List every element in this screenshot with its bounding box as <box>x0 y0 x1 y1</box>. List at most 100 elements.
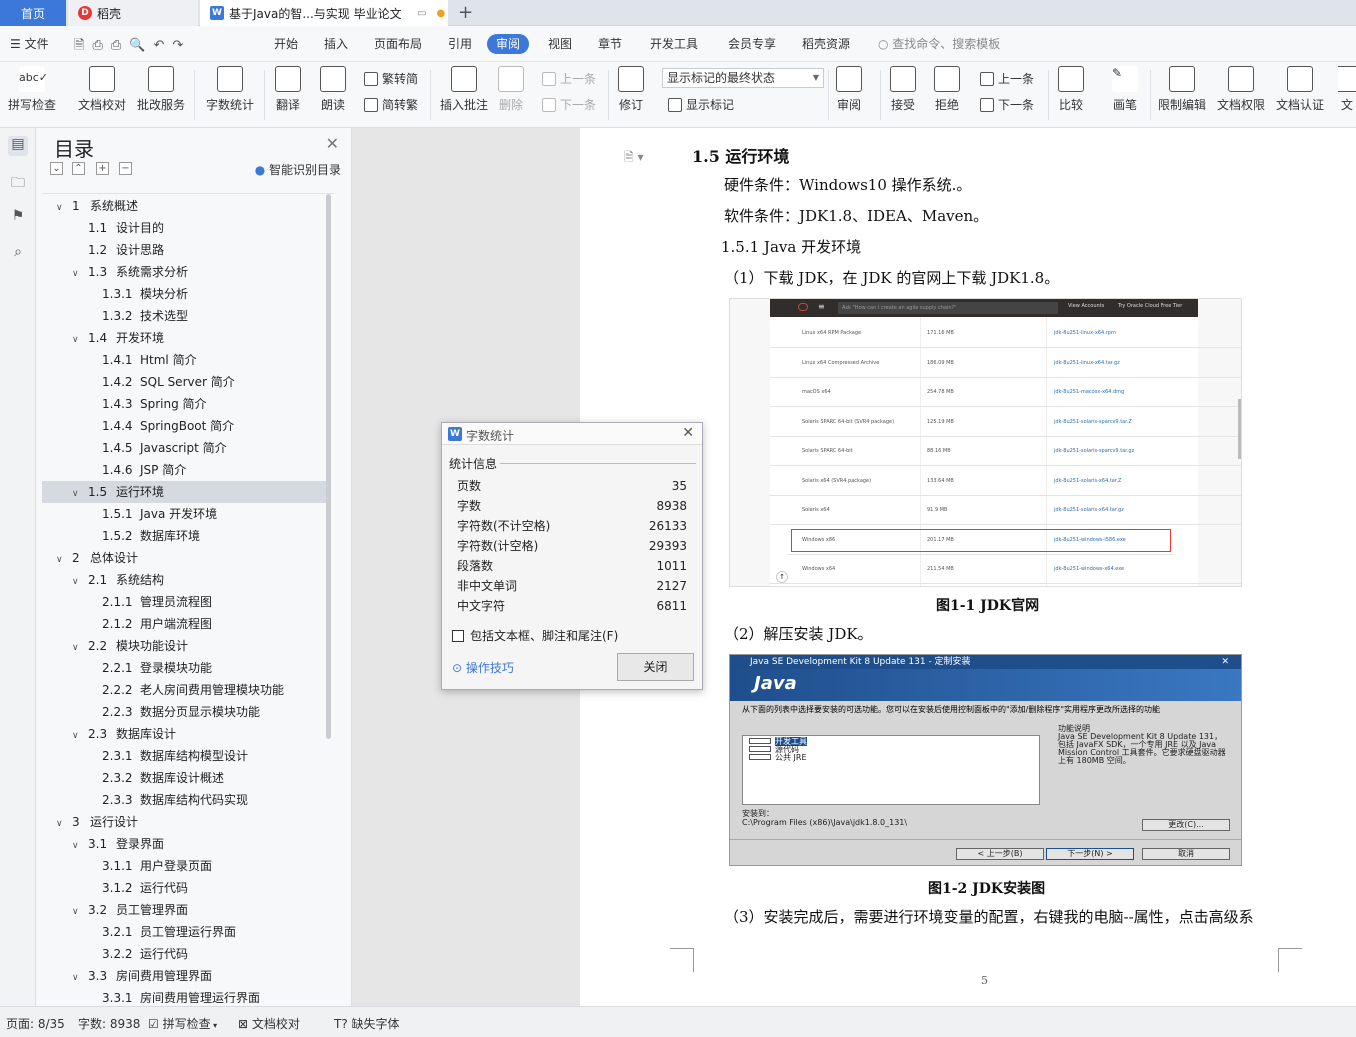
show-markup-button[interactable]: 显示标记 <box>668 96 734 113</box>
chevron-down-icon[interactable]: ∨ <box>72 725 84 747</box>
prev-comment-button[interactable]: 上一条 <box>542 70 596 87</box>
translate-button[interactable]: 翻译 <box>275 66 301 113</box>
toc-item[interactable]: 3.1.1 用户登录页面 <box>42 855 326 877</box>
accept-button[interactable]: 接受 <box>890 66 916 113</box>
toc-item[interactable]: 1.4.3 Spring 简介 <box>42 393 326 415</box>
status-missing-font[interactable]: T? 缺失字体 <box>334 1015 400 1032</box>
quick-access-toolbar[interactable]: 🗎⎙⎙🔍↶↷ <box>74 36 191 58</box>
chevron-down-icon[interactable]: ∨ <box>72 637 84 659</box>
minus-icon[interactable]: − <box>119 162 132 175</box>
chevron-down-icon[interactable]: ∨ <box>56 197 68 219</box>
chevron-down-icon[interactable]: ∨ <box>72 571 84 593</box>
status-spellcheck[interactable]: ☑ 拼写检查 ▾ <box>148 1015 217 1032</box>
toc-item[interactable]: ∨ 1.5 运行环境 <box>42 481 326 503</box>
trad-to-simp-button[interactable]: 繁转简 <box>364 70 418 87</box>
chevron-down-icon[interactable]: ∨ <box>72 329 84 351</box>
paragraph-format-icon[interactable]: 🗎 ▾ <box>624 148 644 169</box>
toc-item[interactable]: 2.3.3 数据库结构代码实现 <box>42 789 326 811</box>
toc-item[interactable]: ∨ 2.3 数据库设计 <box>42 723 326 745</box>
track-changes-button[interactable]: 修订 <box>618 66 644 113</box>
toc-item[interactable]: ∨ 3.2 员工管理界面 <box>42 899 326 921</box>
folder-icon[interactable]: 🗀 <box>8 172 28 192</box>
toc-item[interactable]: ∨ 1 系统概述 <box>42 195 326 217</box>
toc-item[interactable]: ∨ 2.1 系统结构 <box>42 569 326 591</box>
monitor-icon[interactable]: ▭ <box>417 8 426 19</box>
toc-item[interactable]: ∨ 3.3 房间费用管理界面 <box>42 965 326 987</box>
ink-button[interactable]: ✎ 画笔 <box>1112 66 1138 113</box>
doc-permission-button[interactable]: 文档权限 <box>1217 66 1265 113</box>
close-icon[interactable]: ✕ <box>682 425 694 441</box>
menu-docer-resources[interactable]: 稻壳资源 <box>800 34 852 54</box>
markup-state-select[interactable]: 显示标记的最终状态 ▼ <box>662 68 824 88</box>
restrict-edit-button[interactable]: 限制编辑 <box>1158 66 1206 113</box>
toc-item[interactable]: 3.2.2 运行代码 <box>42 943 326 965</box>
toc-item[interactable]: 3.2.1 员工管理运行界面 <box>42 921 326 943</box>
toc-item[interactable]: 3.3.1 房间费用管理运行界面 <box>42 987 326 1003</box>
chevron-down-icon[interactable]: ∨ <box>72 967 84 989</box>
expand-all-icon[interactable]: ⌃ <box>72 162 85 175</box>
menu-start[interactable]: 开始 <box>272 34 300 54</box>
menu-review[interactable]: 审阅 <box>487 34 530 54</box>
menu-member[interactable]: 会员专享 <box>726 34 778 54</box>
toc-item[interactable]: ∨ 1.3 系统需求分析 <box>42 261 326 283</box>
include-textbox-checkbox[interactable]: 包括文本框、脚注和尾注(F) <box>452 627 618 644</box>
tips-link[interactable]: ⊙ 操作技巧 <box>452 659 514 676</box>
wordcount-button[interactable]: 字数统计 <box>206 66 254 113</box>
toc-item[interactable]: 1.5.2 数据库环境 <box>42 525 326 547</box>
insert-comment-button[interactable]: 插入批注 <box>440 66 488 113</box>
chevron-down-icon[interactable]: ∨ <box>72 835 84 857</box>
next-comment-button[interactable]: 下一条 <box>542 96 596 113</box>
compare-button[interactable]: 比较 <box>1058 66 1084 113</box>
close-icon[interactable]: ✕ <box>326 134 339 153</box>
review-pane-button[interactable]: 审阅 <box>836 66 862 113</box>
spellcheck-button[interactable]: abc✓ 拼写检查 <box>8 66 56 113</box>
toc-item[interactable]: 1.5.1 Java 开发环境 <box>42 503 326 525</box>
toc-item[interactable]: ∨ 1.4 开发环境 <box>42 327 326 349</box>
batch-service-button[interactable]: 批改服务 <box>137 66 185 113</box>
collapse-all-icon[interactable]: ⌄ <box>50 162 63 175</box>
toc-item[interactable]: ∨ 2 总体设计 <box>42 547 326 569</box>
page-indicator[interactable]: 页面: 8/35 <box>6 1015 65 1032</box>
toc-item[interactable]: 1.2 设计思路 <box>42 239 326 261</box>
chevron-down-icon[interactable]: ∨ <box>72 901 84 923</box>
toc-item[interactable]: 1.4.6 JSP 简介 <box>42 459 326 481</box>
toc-item[interactable]: 2.1.1 管理员流程图 <box>42 591 326 613</box>
toc-item[interactable]: ∨ 3 运行设计 <box>42 811 326 833</box>
toc-pane-icon[interactable]: ▤ <box>8 136 28 156</box>
toc-item[interactable]: 2.3.1 数据库结构模型设计 <box>42 745 326 767</box>
new-tab-button[interactable]: + <box>458 2 473 23</box>
close-button[interactable]: 关闭 <box>617 653 694 681</box>
prev-change-button[interactable]: 上一条 <box>980 70 1034 87</box>
menu-layout[interactable]: 页面布局 <box>372 34 424 54</box>
toc-item[interactable]: 1.4.4 SpringBoot 简介 <box>42 415 326 437</box>
toc-item[interactable]: 1.1 设计目的 <box>42 217 326 239</box>
toc-item[interactable]: ∨ 3.1 登录界面 <box>42 833 326 855</box>
toc-scrollbar[interactable] <box>326 194 331 739</box>
plus-icon[interactable]: + <box>96 162 109 175</box>
doc-certify-button[interactable]: 文档认证 <box>1276 66 1324 113</box>
delete-comment-button[interactable]: 删除 <box>498 66 524 113</box>
toc-item[interactable]: ∨ 2.2 模块功能设计 <box>42 635 326 657</box>
read-aloud-button[interactable]: 朗读 <box>320 66 346 113</box>
chevron-down-icon[interactable]: ∨ <box>56 549 68 571</box>
toc-item[interactable]: 1.3.2 技术选型 <box>42 305 326 327</box>
doccheck-button[interactable]: 文档校对 <box>78 66 126 113</box>
chevron-down-icon[interactable]: ∨ <box>72 263 84 285</box>
word-count-indicator[interactable]: 字数: 8938 <box>78 1015 140 1032</box>
smart-toc-button[interactable]: ● 智能识别目录 <box>255 161 341 178</box>
menu-view[interactable]: 视图 <box>546 34 574 54</box>
next-change-button[interactable]: 下一条 <box>980 96 1034 113</box>
menu-insert[interactable]: 插入 <box>322 34 350 54</box>
menu-devtools[interactable]: 开发工具 <box>648 34 700 54</box>
toc-item[interactable]: 2.1.2 用户端流程图 <box>42 613 326 635</box>
toc-item[interactable]: 1.4.5 Javascript 简介 <box>42 437 326 459</box>
toc-item[interactable]: 2.2.2 老人房间费用管理模块功能 <box>42 679 326 701</box>
toc-item[interactable]: 1.3.1 模块分析 <box>42 283 326 305</box>
bookmark-icon[interactable]: ⚑ <box>8 208 28 228</box>
toc-item[interactable]: 3.1.2 运行代码 <box>42 877 326 899</box>
tab-home[interactable]: 首页 <box>0 0 66 26</box>
status-proofread[interactable]: ⊠ 文档校对 <box>238 1015 300 1032</box>
search-icon[interactable]: ⌕ <box>8 244 28 264</box>
tab-docer[interactable]: D 稻壳 <box>68 0 198 26</box>
command-search[interactable]: ○ 查找命令、搜索模板 <box>876 34 1002 54</box>
